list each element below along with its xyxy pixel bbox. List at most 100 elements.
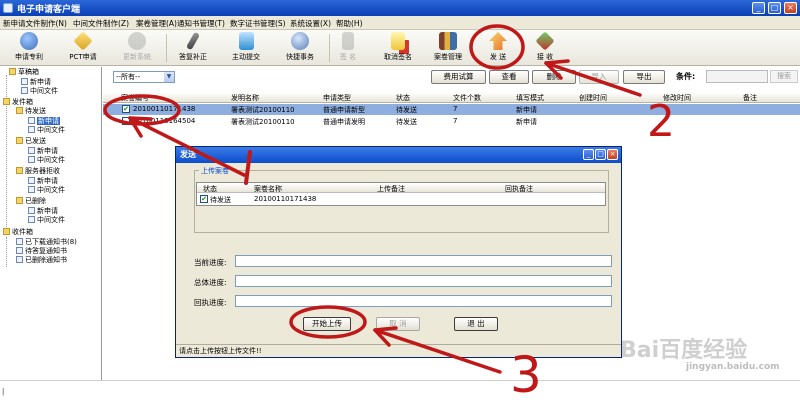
tree-node-pending-intermediate[interactable]: 中间文件 [28,126,65,135]
import-button[interactable]: 导入 [579,70,619,84]
document-icon [238,32,254,50]
folder-icon [3,228,10,235]
dialog-close-button[interactable]: × [607,149,618,160]
file-icon [28,216,35,223]
row-checkbox[interactable] [122,117,130,125]
current-progress-bar [235,255,612,267]
dialog-minimize-button[interactable]: _ [583,149,594,160]
row-checkbox-checked[interactable]: ✔ [122,105,130,113]
tree-node-deleted[interactable]: 已删除 [16,197,46,206]
table-row[interactable]: 20100110164504 署表测试20100110 普通申请发明 待发送 7… [103,116,800,127]
window-title: 电子申请客户端 [17,5,81,15]
file-icon [28,117,35,124]
minimize-button[interactable]: _ [752,2,765,14]
tree-node-rejected-intermediate[interactable]: 中间文件 [28,186,65,195]
reply-correction-button[interactable]: 答复补正 [168,31,218,64]
cancel-upload-button[interactable]: 取 消 [376,317,420,331]
file-icon [28,147,35,154]
notice-icon [16,247,23,254]
active-submit-button[interactable]: 主动提交 [221,32,271,64]
tree-node-outbox[interactable]: 发件箱 [3,98,33,107]
send-button[interactable]: 发 送 [473,32,523,64]
menu-new-application[interactable]: 新申请文件制作(N) [3,18,67,29]
column-file-count[interactable]: 文件个数 [453,93,481,103]
tree-node-rejected-new[interactable]: 新申请 [28,177,58,186]
menu-help[interactable]: 帮助(H) [336,18,363,29]
column-status[interactable]: 状态 [396,93,410,103]
dialog-title-bar: 发送 _ □ × [176,147,621,163]
column-application-type[interactable]: 申请类型 [323,93,351,103]
dialog-status-text: 请点击上传按钮上传文件!! [176,344,621,357]
receive-button[interactable]: 接 收 [520,31,570,64]
condition-label: 条件: [676,72,696,81]
tree-node-deleted-notices[interactable]: 已删除通知书 [16,256,67,265]
tree-node-sent-intermediate[interactable]: 中间文件 [28,156,65,165]
export-button[interactable]: 导出 [623,70,665,84]
file-icon [21,87,28,94]
tree-node-downloaded-notices[interactable]: 已下载通知书(8) [16,238,77,247]
tree-node-rejected[interactable]: 服务器拒收 [16,167,60,176]
tree-node-drafts-intermediate[interactable]: 中间文件 [21,87,58,96]
column-fill-mode[interactable]: 填写模式 [516,93,544,103]
pct-application-button[interactable]: PCT申请 [58,31,108,64]
receive-icon [535,31,555,51]
column-modified-time[interactable]: 修改时间 [663,93,691,103]
file-icon [28,186,35,193]
exit-button[interactable]: 退 出 [454,317,498,331]
folder-icon [16,137,23,144]
table-row[interactable]: ✔ 20100110171438 署表测试20100110 普通申请新型 待发送… [103,104,800,115]
tree-node-pending[interactable]: 待发送 [16,107,46,116]
overall-progress-bar [235,275,612,287]
tree-node-inbox[interactable]: 收件箱 [3,228,33,237]
sign-button[interactable]: 签 名 [323,32,373,64]
tree-node-pending-reply-notices[interactable]: 待答复通知书 [16,247,67,256]
column-invention-name[interactable]: 发明名称 [231,93,259,103]
status-filter-select[interactable]: --所有-- ▼ [113,71,175,83]
toolbar-separator [166,34,167,62]
menu-notice-management[interactable]: 通知书管理(T) [177,18,225,29]
menu-intermediate-file[interactable]: 中间文件制作(Z) [73,18,129,29]
toolbar: 申请专利 PCT申请 更新系统 答复补正 主动提交 快捷事务 签 名 取消签名 … [0,30,800,66]
folder-icon [16,107,23,114]
column-remarks[interactable]: 备注 [743,93,757,103]
column-created-time[interactable]: 创建时间 [579,93,607,103]
dialog-maximize-button[interactable]: □ [595,149,606,160]
fee-calculation-button[interactable]: 费用试算 [431,70,486,84]
case-management-button[interactable]: 案卷管理 [423,32,473,64]
update-system-button[interactable]: 更新系统 [112,32,162,64]
start-upload-button[interactable]: 开始上传 [303,317,351,331]
tree-node-deleted-new[interactable]: 新申请 [28,207,58,216]
cancel-sign-button[interactable]: 取消签名 [373,32,423,64]
close-button[interactable]: × [784,2,797,14]
tree-node-sent-new[interactable]: 新申请 [28,147,58,156]
file-icon [28,177,35,184]
maximize-button[interactable]: □ [768,2,781,14]
title-bar: 电子申请客户端 _ □ × [0,0,800,16]
condition-input[interactable] [706,70,768,83]
tree-node-sent[interactable]: 已发送 [16,137,46,146]
menu-system-settings[interactable]: 系统设置(X) [290,18,331,29]
tree-node-deleted-intermediate[interactable]: 中间文件 [28,216,65,225]
delete-button[interactable]: 删除 [532,70,576,84]
watermark-url: jingyan.baidu.com [686,362,780,372]
globe-icon [20,32,38,50]
update-icon [128,32,146,50]
menu-case-management[interactable]: 案卷管理(A) [136,18,177,29]
grid-header: 案卷编号 发明名称 申请类型 状态 文件个数 填写模式 创建时间 修改时间 备注 [103,92,800,103]
app-icon [3,3,13,13]
menu-bar: 新申请文件制作(N) 中间文件制作(Z) 案卷管理(A) 通知书管理(T) 数字… [0,16,800,30]
gear-globe-icon [291,32,309,50]
upload-row-checkbox[interactable]: ✔ [200,195,208,203]
tree-node-drafts-new[interactable]: 新申请 [21,78,51,87]
column-case-id[interactable]: 案卷编号 [121,93,149,103]
menu-certificate-management[interactable]: 数字证书管理(S) [230,18,286,29]
search-button[interactable]: 搜索 [770,70,798,83]
tree-node-pending-new[interactable]: 新申请 [28,117,60,126]
notice-icon [16,238,23,245]
watermark-logo: Bai百度经验 [620,338,748,363]
tree-node-drafts[interactable]: 草稿箱 [9,68,39,77]
view-button[interactable]: 查看 [489,70,529,84]
apply-patent-button[interactable]: 申请专利 [4,32,54,64]
quick-tasks-button[interactable]: 快捷事务 [275,32,325,64]
send-icon [489,32,507,50]
